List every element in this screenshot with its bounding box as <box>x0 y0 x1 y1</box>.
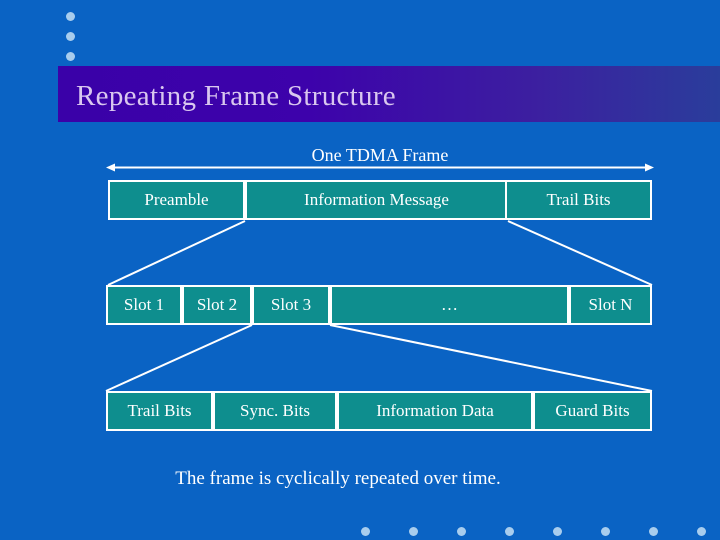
decorative-dot-icon <box>649 527 658 536</box>
decorative-dot-icon <box>361 527 370 536</box>
frame-field-cell-label: Preamble <box>144 190 209 209</box>
frame-field-cell-label: Information Message <box>304 190 449 209</box>
slot-detail-row: Trail Bits Sync. Bits Information Data Guar… <box>106 391 652 431</box>
frame-field-cell: Preamble <box>108 180 245 220</box>
decorative-dot-icon <box>601 527 610 536</box>
slot-cell-label: Slot N <box>588 295 633 314</box>
slot-cell: … <box>330 285 569 325</box>
slot-row: Slot 1 Slot 2 Slot 3 … Slot N <box>106 285 652 325</box>
slot-detail-cell-label: Guard Bits <box>555 401 630 420</box>
slot-detail-cell-label: Sync. Bits <box>240 401 310 420</box>
slot-cell: Slot 1 <box>106 285 182 325</box>
decorative-dot-icon <box>697 527 706 536</box>
decorative-dot-icon <box>505 527 514 536</box>
slot-detail-cell: Information Data <box>337 391 533 431</box>
decorative-dot-icon <box>409 527 418 536</box>
frame-field-cell: Information Message <box>245 180 508 220</box>
slot-cell-label: … <box>441 295 458 314</box>
decorative-dot-icon <box>553 527 562 536</box>
slot-cell-label: Slot 3 <box>270 295 312 314</box>
frame-structure-row: Preamble Information Message Trail Bits <box>108 180 652 220</box>
frame-field-cell: Trail Bits <box>505 180 652 220</box>
slot-cell: Slot 2 <box>182 285 252 325</box>
page-title: Repeating Frame Structure <box>76 80 396 112</box>
slot-detail-cell-label: Information Data <box>376 401 494 420</box>
slot-detail-cell: Guard Bits <box>533 391 652 431</box>
decorative-dot-icon <box>457 527 466 536</box>
frame-field-cell-label: Trail Bits <box>546 190 611 209</box>
slide-canvas: Repeating Frame Structure One TDMA Frame… <box>0 0 720 540</box>
slot-cell-label: Slot 2 <box>196 295 238 314</box>
slot-detail-cell: Trail Bits <box>106 391 213 431</box>
slot-cell-label: Slot 1 <box>123 295 165 314</box>
decorative-dot-icon <box>66 12 75 21</box>
slot-cell: Slot N <box>569 285 652 325</box>
frame-span-arrow-icon <box>106 163 654 172</box>
decorative-dot-icon <box>66 52 75 61</box>
slot-detail-cell: Sync. Bits <box>213 391 337 431</box>
slot-detail-cell-label: Trail Bits <box>127 401 192 420</box>
slide-caption: The frame is cyclically repeated over ti… <box>175 468 501 489</box>
slot-cell: Slot 3 <box>252 285 330 325</box>
decorative-dot-icon <box>66 32 75 41</box>
